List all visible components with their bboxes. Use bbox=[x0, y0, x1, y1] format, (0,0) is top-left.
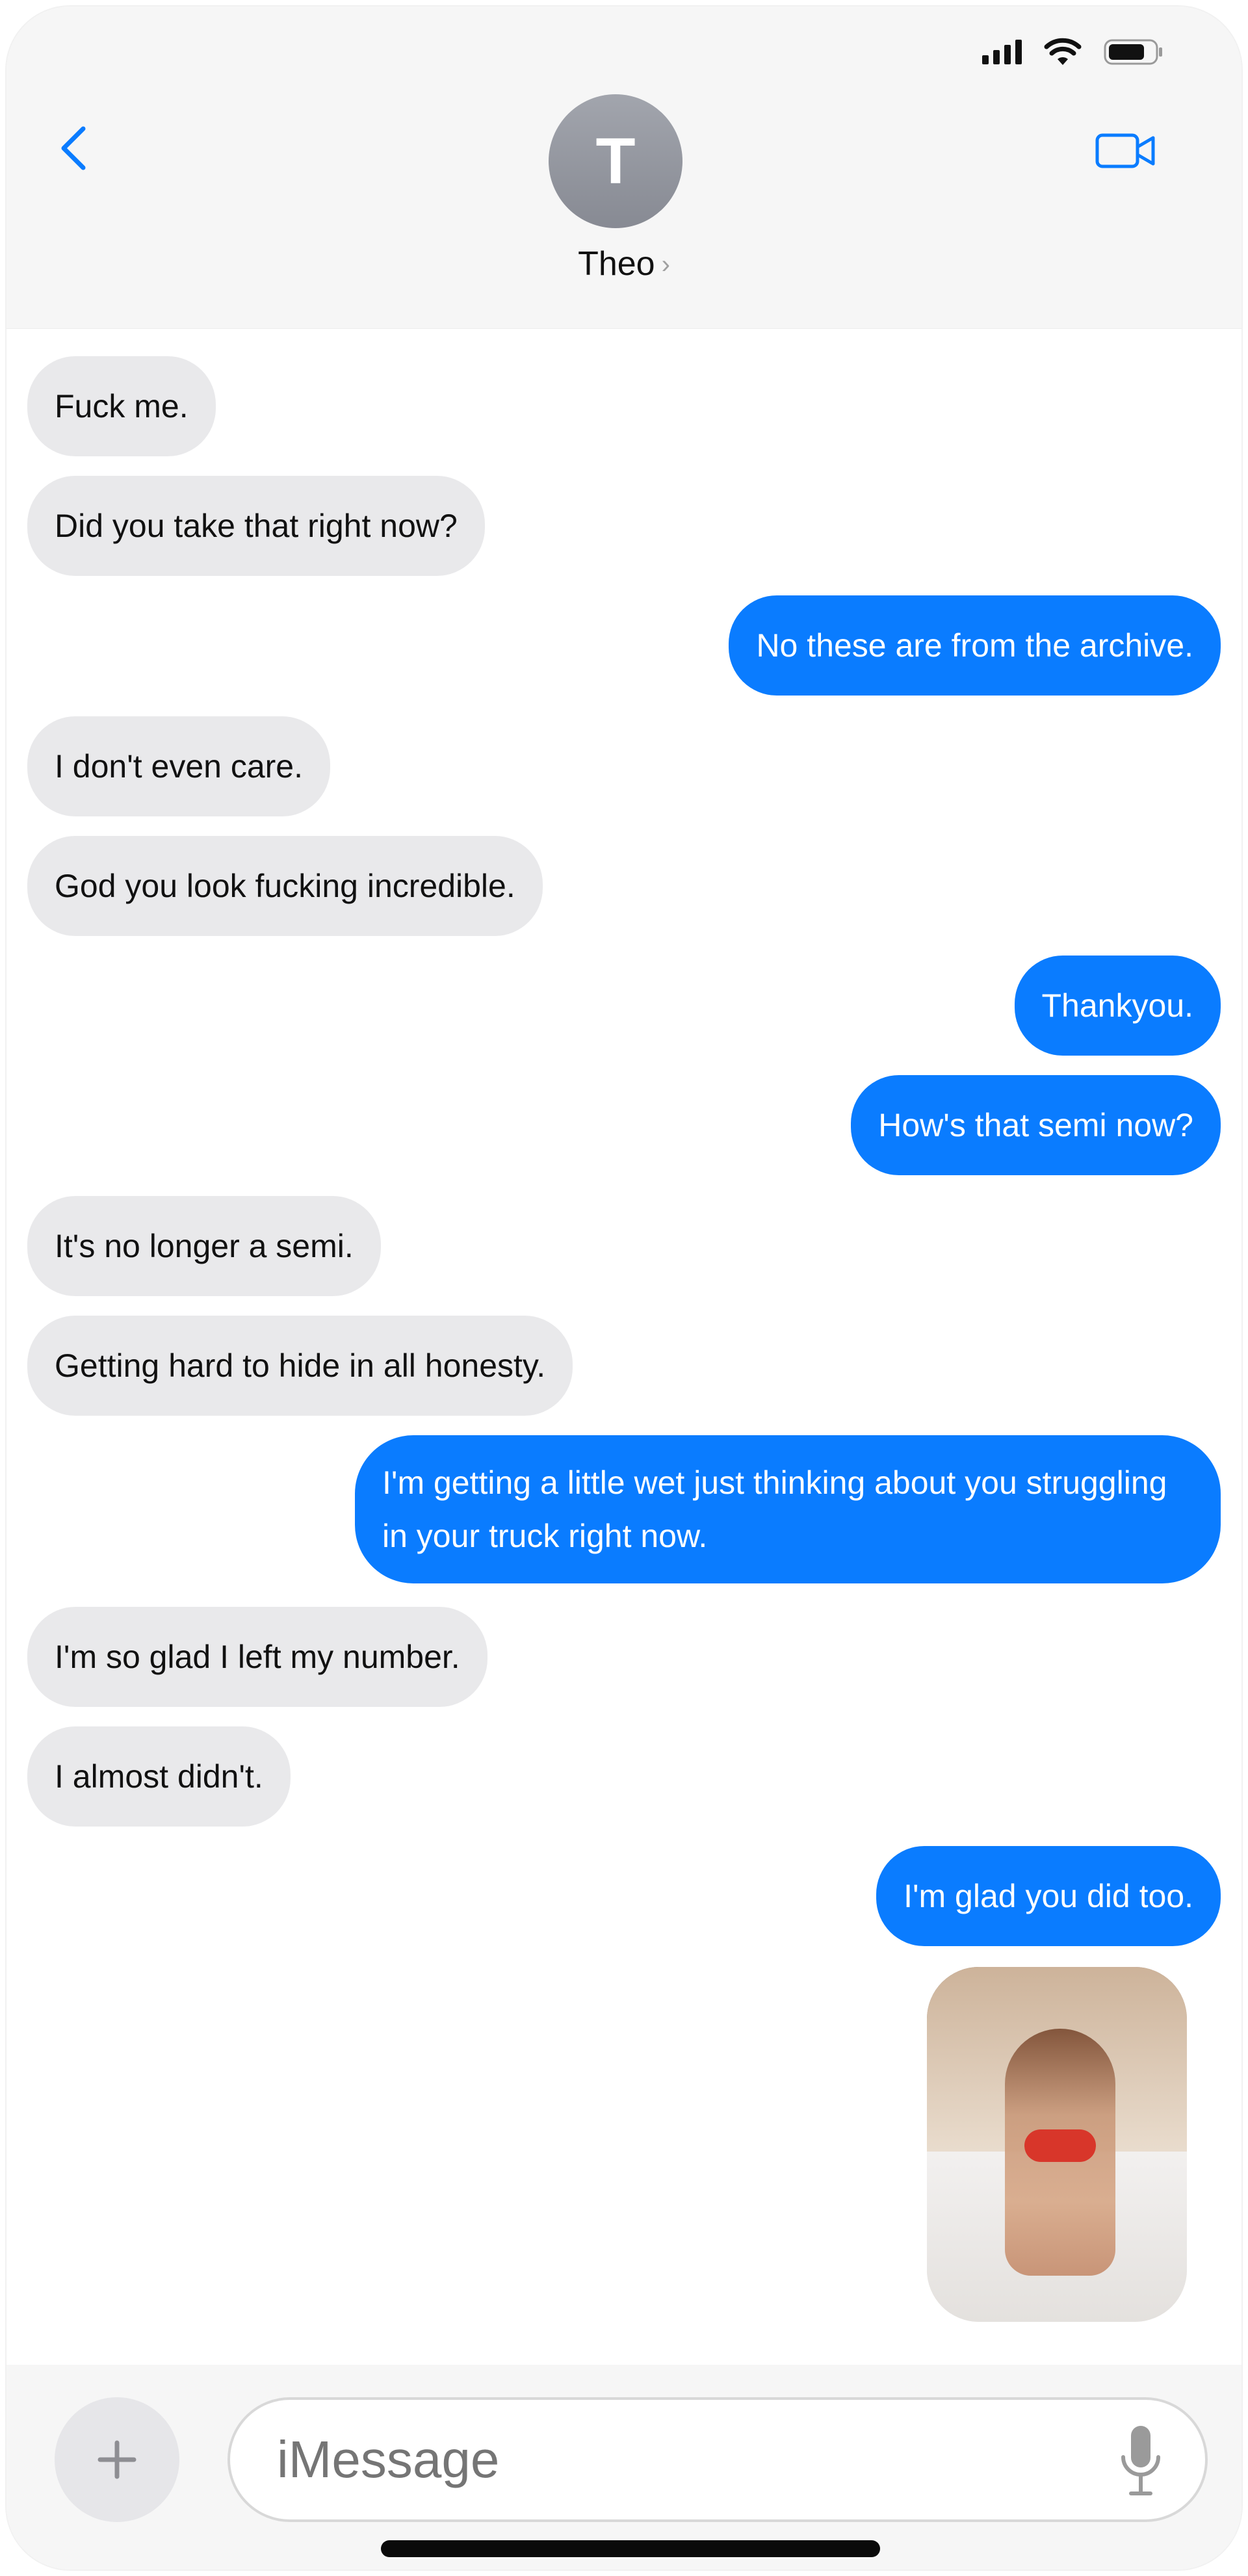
conversation-header: T Theo › bbox=[6, 7, 1242, 329]
wifi-icon bbox=[1044, 38, 1082, 66]
photo-attachment[interactable] bbox=[927, 1967, 1187, 2322]
message-bubble-incoming[interactable]: I almost didn't. bbox=[27, 1726, 291, 1827]
message-bubble-outgoing[interactable]: I'm getting a little wet just thinking a… bbox=[355, 1435, 1221, 1583]
battery-icon bbox=[1104, 38, 1164, 66]
phone-frame: T Theo › Fuck me. Did you take that right… bbox=[5, 5, 1243, 2571]
back-button[interactable] bbox=[52, 124, 98, 176]
avatar-initial: T bbox=[595, 124, 636, 198]
status-bar bbox=[982, 33, 1164, 72]
message-input[interactable] bbox=[228, 2397, 1208, 2522]
message-bubble-incoming[interactable]: Getting hard to hide in all honesty. bbox=[27, 1316, 573, 1416]
message-bubble-outgoing[interactable]: No these are from the archive. bbox=[729, 595, 1221, 696]
message-bubble-incoming[interactable]: God you look fucking incredible. bbox=[27, 836, 543, 936]
signal-icon bbox=[982, 40, 1022, 64]
message-bubble-incoming[interactable]: It's no longer a semi. bbox=[27, 1196, 381, 1296]
message-bubble-incoming[interactable]: Fuck me. bbox=[27, 356, 216, 456]
chevron-right-icon: › bbox=[661, 250, 670, 279]
home-indicator[interactable] bbox=[381, 2540, 880, 2557]
message-bubble-outgoing[interactable]: Thankyou. bbox=[1014, 956, 1221, 1056]
contact-avatar[interactable]: T bbox=[549, 94, 682, 228]
contact-name-button[interactable]: Theo › bbox=[6, 244, 1242, 283]
message-bubble-outgoing[interactable]: How's that semi now? bbox=[851, 1075, 1221, 1175]
message-bubble-incoming[interactable]: Did you take that right now? bbox=[27, 476, 485, 576]
message-bubble-outgoing[interactable]: I'm glad you did too. bbox=[876, 1846, 1221, 1946]
add-attachment-button[interactable] bbox=[55, 2397, 179, 2522]
plus-icon bbox=[98, 2440, 136, 2479]
dictation-button[interactable] bbox=[1118, 2422, 1164, 2500]
photo-detail bbox=[1024, 2129, 1096, 2162]
microphone-icon bbox=[1121, 2426, 1160, 2495]
message-bubble-incoming[interactable]: I don't even care. bbox=[27, 716, 331, 816]
message-bubble-incoming[interactable]: I'm so glad I left my number. bbox=[27, 1607, 488, 1707]
video-camera-icon bbox=[1095, 133, 1155, 168]
contact-name: Theo bbox=[578, 245, 655, 283]
chevron-left-icon bbox=[61, 126, 86, 170]
facetime-video-button[interactable] bbox=[1095, 130, 1157, 172]
